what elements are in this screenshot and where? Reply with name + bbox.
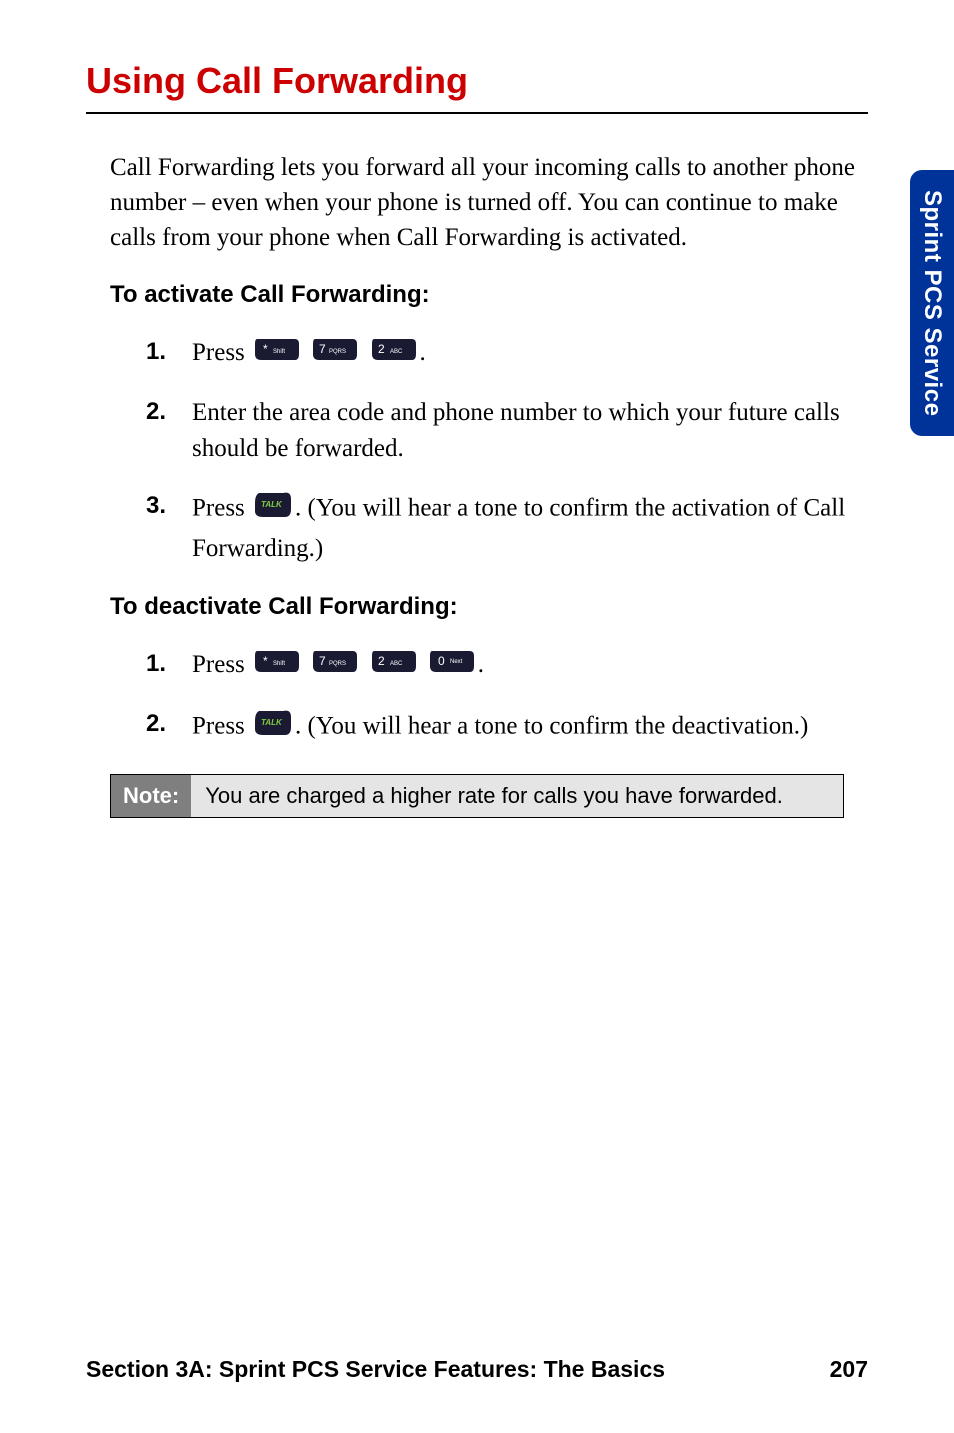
seven-key-icon: 7PQRS <box>311 648 359 685</box>
list-item: 3. Press TALK . (You will hear a tone to… <box>146 489 868 567</box>
svg-text:TALK: TALK <box>261 500 283 509</box>
step-text-pre: Press <box>192 339 251 366</box>
page-content: Using Call Forwarding Call Forwarding le… <box>0 0 954 818</box>
footer-page-number: 207 <box>830 1356 868 1383</box>
svg-text:Shift: Shift <box>273 661 285 667</box>
svg-text:PQRS: PQRS <box>329 661 346 667</box>
svg-text:2: 2 <box>378 342 385 356</box>
note-box: Note: You are charged a higher rate for … <box>110 774 844 818</box>
page-footer: Section 3A: Sprint PCS Service Features:… <box>86 1356 868 1383</box>
list-item: 1. Press * Shift 7PQRS 2 ABC . <box>146 335 868 373</box>
svg-text:TALK: TALK <box>261 718 283 727</box>
svg-text:Next: Next <box>450 659 463 665</box>
activate-heading: To activate Call Forwarding: <box>110 281 868 309</box>
zero-key-icon: 0 Next <box>428 648 476 685</box>
note-text: You are charged a higher rate for calls … <box>191 775 843 817</box>
star-key-icon: * Shift <box>253 648 301 685</box>
list-item: 2. Enter the area code and phone number … <box>146 395 868 468</box>
seven-key-icon: 7PQRS <box>311 336 359 373</box>
svg-text:2: 2 <box>378 654 385 668</box>
talk-key-icon: TALK <box>253 489 293 530</box>
step-text-pre: Press <box>192 651 251 678</box>
star-key-icon: * Shift <box>253 336 301 373</box>
deactivate-steps: 1. Press * Shift 7PQRS 2 ABC 0 Next . 2. Pr… <box>146 647 868 748</box>
note-label: Note: <box>111 775 191 817</box>
side-tab: Sprint PCS Service <box>910 170 954 436</box>
step-number: 2. <box>146 707 166 742</box>
activate-steps: 1. Press * Shift 7PQRS 2 ABC . 2. Enter th… <box>146 335 868 567</box>
footer-section: Section 3A: Sprint PCS Service Features:… <box>86 1356 665 1383</box>
svg-text:ABC: ABC <box>390 661 403 667</box>
step-text: Enter the area code and phone number to … <box>192 399 840 462</box>
step-text-pre: Press <box>192 495 251 522</box>
step-text-post: . <box>478 651 484 678</box>
talk-key-icon: TALK <box>253 707 293 748</box>
two-key-icon: 2 ABC <box>370 336 418 373</box>
step-number: 1. <box>146 335 166 370</box>
svg-text:ABC: ABC <box>390 349 403 355</box>
step-text-post: . (You will hear a tone to confirm the d… <box>295 712 808 739</box>
divider <box>86 112 868 114</box>
step-text-post: . <box>420 339 426 366</box>
svg-text:PQRS: PQRS <box>329 349 346 355</box>
svg-text:7: 7 <box>319 654 326 668</box>
svg-text:7: 7 <box>319 342 326 356</box>
svg-text:*: * <box>263 654 268 668</box>
list-item: 1. Press * Shift 7PQRS 2 ABC 0 Next . <box>146 647 868 685</box>
step-number: 2. <box>146 395 166 430</box>
step-number: 3. <box>146 489 166 524</box>
step-text-pre: Press <box>192 712 251 739</box>
intro-paragraph: Call Forwarding lets you forward all you… <box>110 150 868 255</box>
step-number: 1. <box>146 647 166 682</box>
svg-text:Shift: Shift <box>273 349 285 355</box>
svg-text:0: 0 <box>438 654 445 668</box>
deactivate-heading: To deactivate Call Forwarding: <box>110 593 868 621</box>
svg-text:*: * <box>263 342 268 356</box>
two-key-icon: 2 ABC <box>370 648 418 685</box>
list-item: 2. Press TALK . (You will hear a tone to… <box>146 707 868 748</box>
page-title: Using Call Forwarding <box>86 60 868 102</box>
